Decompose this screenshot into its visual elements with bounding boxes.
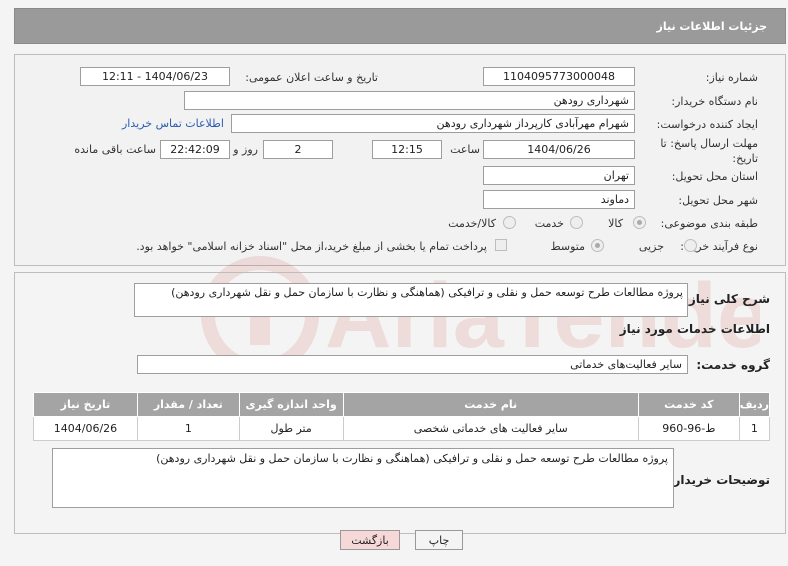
city-field: دماوند [483, 190, 635, 209]
category-radio-goods-service[interactable] [503, 216, 516, 229]
creator-field: شهرام مهرآبادی کارپرداز شهرداری رودهن [231, 114, 635, 133]
deadline-date-field: 1404/06/26 [483, 140, 635, 159]
province-label: استان محل تحویل: [671, 170, 758, 183]
deadline-time-field: 12:15 [372, 140, 442, 159]
col-need-date: تاریخ نیاز [33, 392, 138, 417]
buyer-notes-label: توضیحات خریدار: [668, 473, 770, 487]
deadline-label-1: مهلت ارسال پاسخ: تا [660, 137, 758, 150]
services-table: ردیف کد خدمت نام خدمت واحد اندازه گیری ت… [33, 392, 771, 441]
payment-note: پرداخت تمام یا بخشی از مبلغ خرید،از محل … [136, 240, 487, 253]
deadline-label-2: تاریخ: [732, 152, 758, 165]
cell-service-name: سایر فعالیت های خدماتی شخصی [342, 416, 639, 441]
cell-row-number: 1 [738, 416, 771, 441]
print-button[interactable]: چاپ [415, 530, 463, 550]
col-service-name: نام خدمت [342, 392, 639, 417]
summary-label: شرح کلی نیاز: [684, 292, 770, 306]
cell-need-date: 1404/06/26 [33, 416, 138, 441]
summary-textarea[interactable]: پروژه مطالعات طرح توسعه حمل و نقلی و ترا… [134, 283, 688, 317]
category-radio-service[interactable] [570, 216, 583, 229]
deadline-time-label: ساعت [450, 143, 480, 156]
category-option-goods: کالا [608, 217, 623, 230]
days-label: روز و [233, 143, 258, 156]
process-option-minor: جزیی [638, 240, 664, 253]
page-title: جزئیات اطلاعات نیاز [656, 20, 768, 33]
announce-label: تاریخ و ساعت اعلان عمومی: [245, 71, 378, 84]
process-radio-minor[interactable] [684, 239, 697, 252]
treasury-checkbox[interactable] [495, 239, 507, 251]
cell-quantity: 1 [136, 416, 240, 441]
cell-unit: متر طول [238, 416, 344, 441]
category-option-service: خدمت [534, 217, 564, 230]
table-row: 1 ط-96-960 سایر فعالیت های خدماتی شخصی م… [33, 416, 771, 441]
remaining-time-field: 22:42:09 [160, 140, 230, 159]
col-row-number: ردیف [738, 392, 771, 417]
col-unit: واحد اندازه گیری [238, 392, 344, 417]
cell-service-code: ط-96-960 [637, 416, 740, 441]
buyer-org-field: شهرداری رودهن [184, 91, 635, 110]
contact-info-link[interactable]: اطلاعات تماس خریدار [122, 117, 224, 130]
process-option-medium: متوسط [550, 240, 585, 253]
province-field: تهران [483, 166, 635, 185]
table-header-row: ردیف کد خدمت نام خدمت واحد اندازه گیری ت… [33, 392, 771, 417]
category-label: طبقه بندی موضوعی: [660, 217, 758, 230]
col-service-code: کد خدمت [637, 392, 740, 417]
days-field: 2 [263, 140, 333, 159]
buyer-org-label: نام دستگاه خریدار: [671, 95, 758, 108]
process-radio-medium[interactable] [591, 239, 604, 252]
service-group-field: سایر فعالیت‌های خدماتی [137, 355, 688, 374]
category-radio-goods[interactable] [633, 216, 646, 229]
col-quantity: تعداد / مقدار [136, 392, 240, 417]
city-label: شهر محل تحویل: [678, 194, 758, 207]
announce-field: 1404/06/23 - 12:11 [80, 67, 230, 86]
buyer-notes-textarea[interactable]: پروژه مطالعات طرح توسعه حمل و نقلی و ترا… [52, 448, 674, 508]
need-number-field: 1104095773000048 [483, 67, 635, 86]
page-header: جزئیات اطلاعات نیاز [14, 8, 786, 44]
service-group-label: گروه خدمت: [696, 358, 770, 372]
category-option-goods-service: کالا/خدمت [448, 217, 496, 230]
back-button[interactable]: بازگشت [340, 530, 400, 550]
remaining-label: ساعت باقی مانده [74, 143, 156, 156]
need-number-label: شماره نیاز: [705, 71, 758, 84]
creator-label: ایجاد کننده درخواست: [656, 118, 758, 131]
services-title: اطلاعات خدمات مورد نیاز [619, 322, 770, 336]
